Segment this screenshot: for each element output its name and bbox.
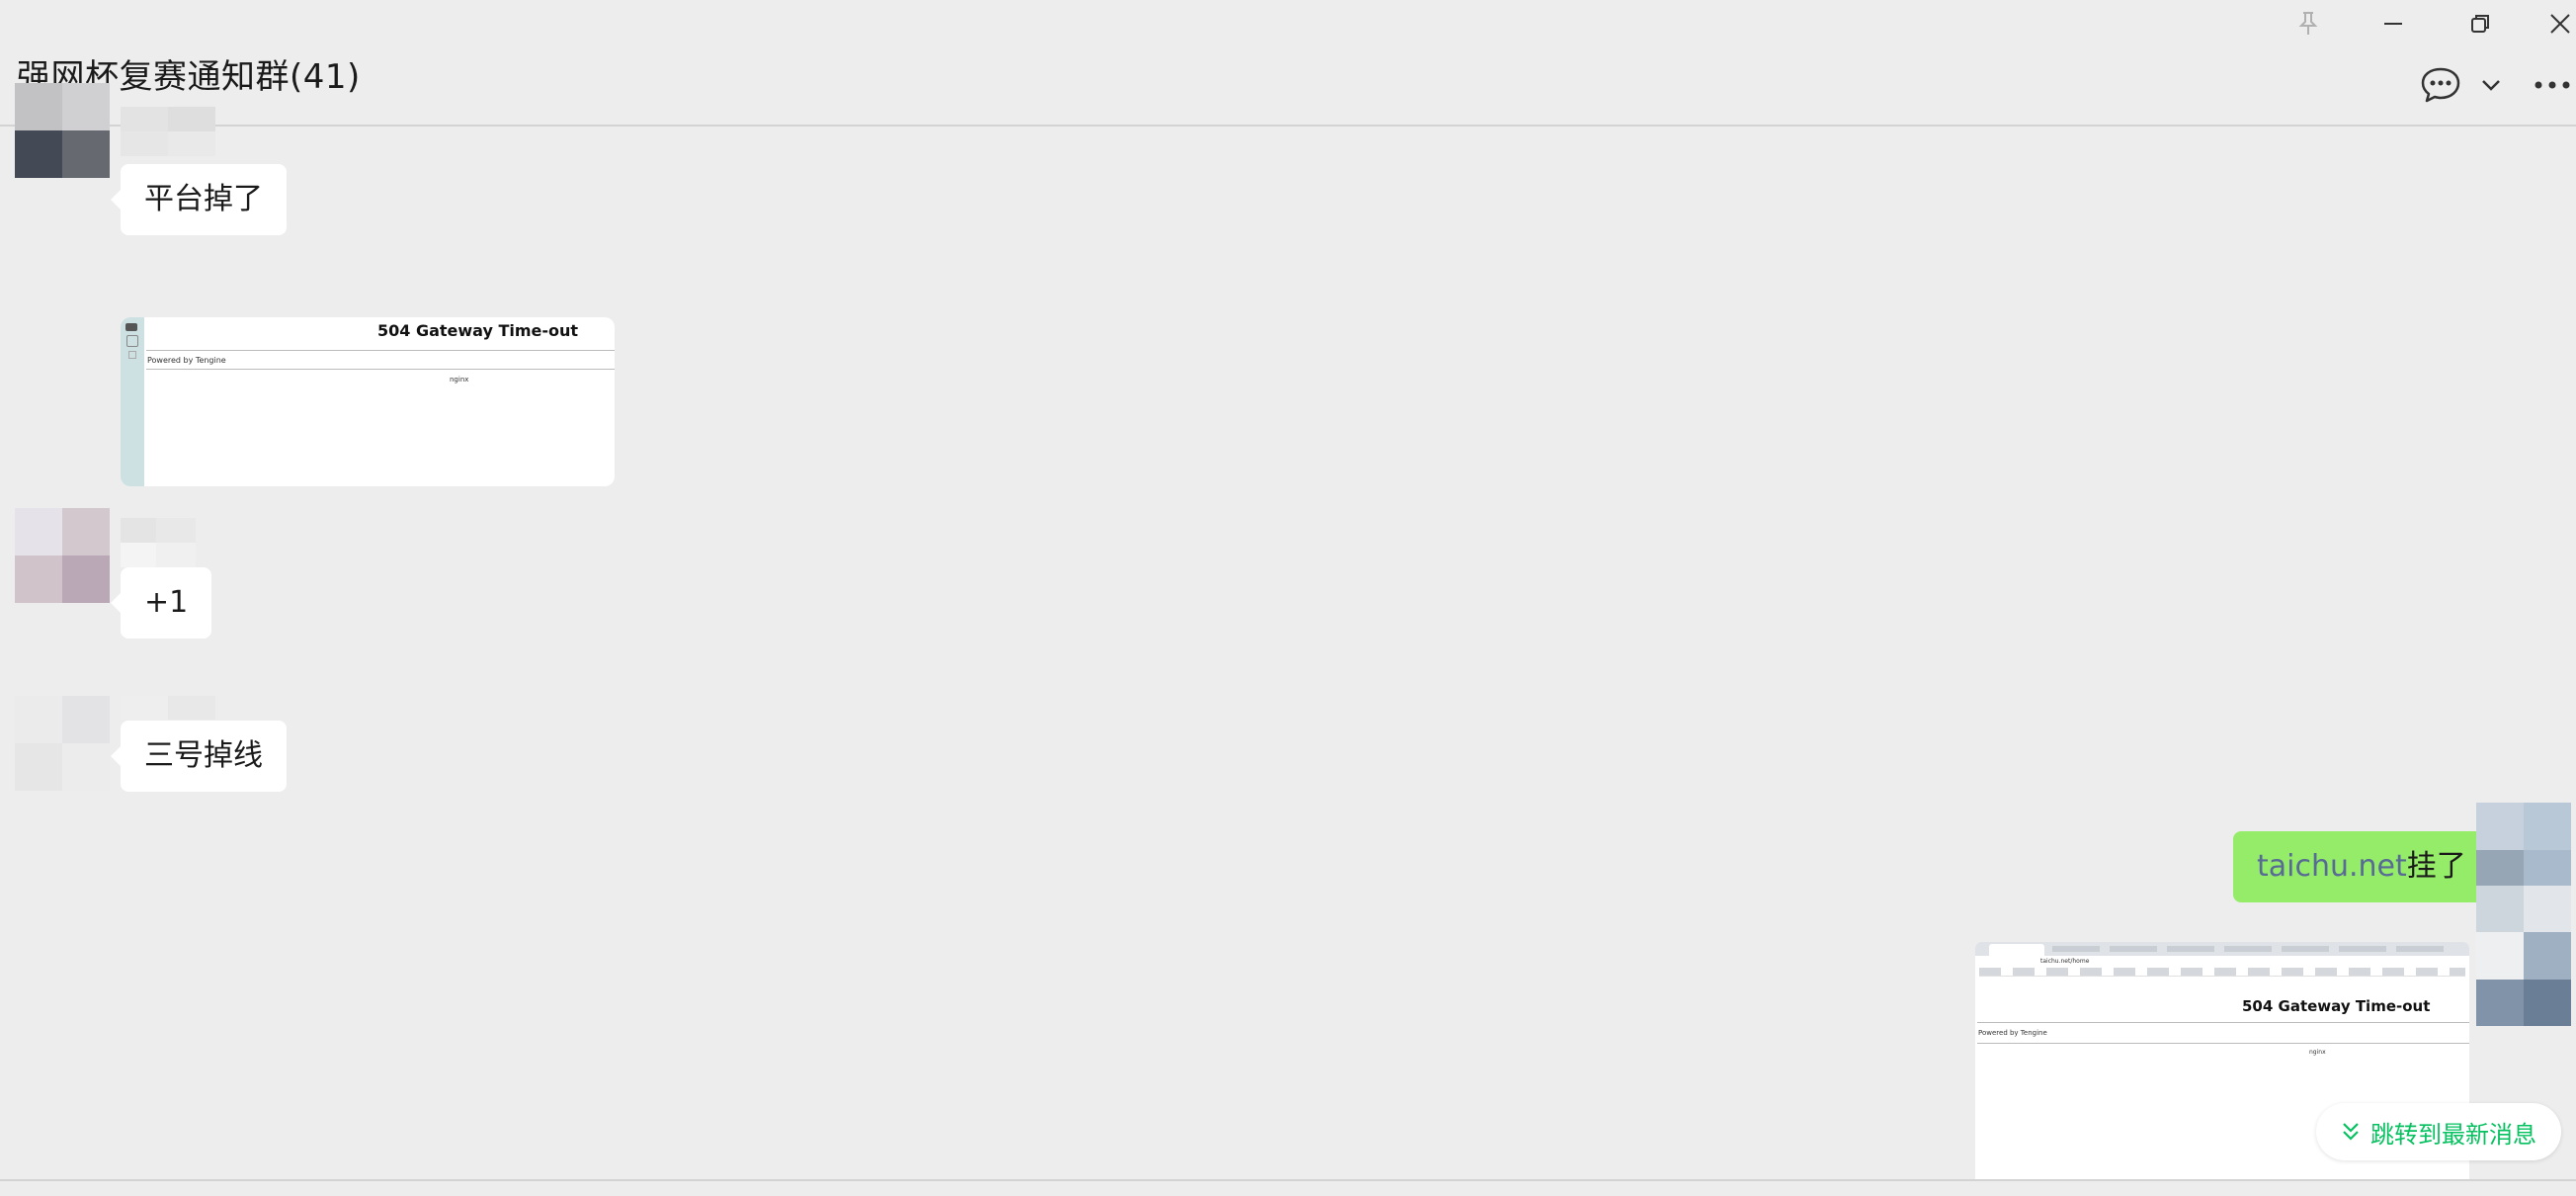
avatar[interactable] (15, 696, 110, 791)
browser-tab (2282, 946, 2329, 952)
pin-button[interactable] (2285, 4, 2332, 43)
error-server: nginx (450, 376, 469, 384)
minimize-button[interactable] (2369, 4, 2417, 43)
chat-info-button[interactable] (2419, 65, 2462, 105)
sidebar-icon (125, 323, 137, 331)
error-divider (1977, 1022, 2469, 1023)
browser-tab (2052, 946, 2100, 952)
image-message[interactable]: 504 Gateway Time-out Powered by Tengine … (121, 317, 615, 486)
jump-to-latest-label: 跳转到最新消息 (2370, 1120, 2536, 1149)
chat-dropdown-button[interactable] (2478, 71, 2504, 99)
chevron-down-icon (2482, 80, 2500, 91)
restore-icon (2471, 15, 2489, 33)
error-heading: 504 Gateway Time-out (377, 321, 579, 340)
error-divider (146, 350, 615, 351)
error-powered-by: Powered by Tengine (1978, 1029, 2047, 1037)
avatar[interactable] (15, 83, 110, 178)
bookmarks-bar (1979, 968, 2465, 977)
browser-tab (2224, 946, 2272, 952)
restore-button[interactable] (2456, 4, 2504, 43)
self-avatar[interactable] (2476, 886, 2571, 1026)
browser-tab (2396, 946, 2444, 952)
browser-address-bar: taichu.net/home (2040, 958, 2090, 965)
browser-tab (2167, 946, 2214, 952)
minimize-icon (2384, 23, 2402, 25)
error-heading: 504 Gateway Time-out (2242, 997, 2431, 1015)
close-button[interactable] (2543, 4, 2576, 43)
message-bubble[interactable]: +1 (110, 567, 212, 639)
more-icon (2534, 81, 2570, 89)
chat-bubble-icon (2421, 67, 2460, 103)
browser-tab (2339, 946, 2386, 952)
self-avatar[interactable] (2476, 803, 2571, 897)
more-button[interactable] (2532, 71, 2573, 99)
avatar[interactable] (15, 508, 110, 603)
browser-tabbar (1975, 942, 2469, 956)
browser-tab (2110, 946, 2157, 952)
error-divider (1977, 1043, 2469, 1044)
message-bubble[interactable]: 平台掉了 (111, 164, 287, 235)
message-bubble[interactable]: 三号掉线 (111, 721, 287, 792)
double-chevron-down-icon (2343, 1123, 2359, 1141)
error-divider (146, 369, 615, 370)
browser-sidebar (121, 317, 144, 486)
input-divider (0, 1179, 2576, 1181)
sender-name (121, 696, 215, 720)
header-divider (0, 125, 2576, 127)
sidebar-icon (126, 335, 138, 347)
error-powered-by: Powered by Tengine (147, 356, 226, 365)
error-server: nginx (2309, 1049, 2326, 1056)
browser-tab (1989, 944, 2044, 956)
close-icon (2549, 14, 2570, 34)
message-text: 挂了 (2406, 849, 2466, 884)
sender-name (121, 107, 215, 156)
self-message-bubble[interactable]: taichu.net挂了 (2233, 831, 2500, 902)
sender-name (121, 518, 196, 567)
message-link[interactable]: taichu.net (2257, 849, 2407, 884)
sidebar-icon (128, 351, 136, 359)
pin-icon (2298, 12, 2318, 35)
jump-to-latest-button[interactable]: 跳转到最新消息 (2316, 1103, 2561, 1160)
